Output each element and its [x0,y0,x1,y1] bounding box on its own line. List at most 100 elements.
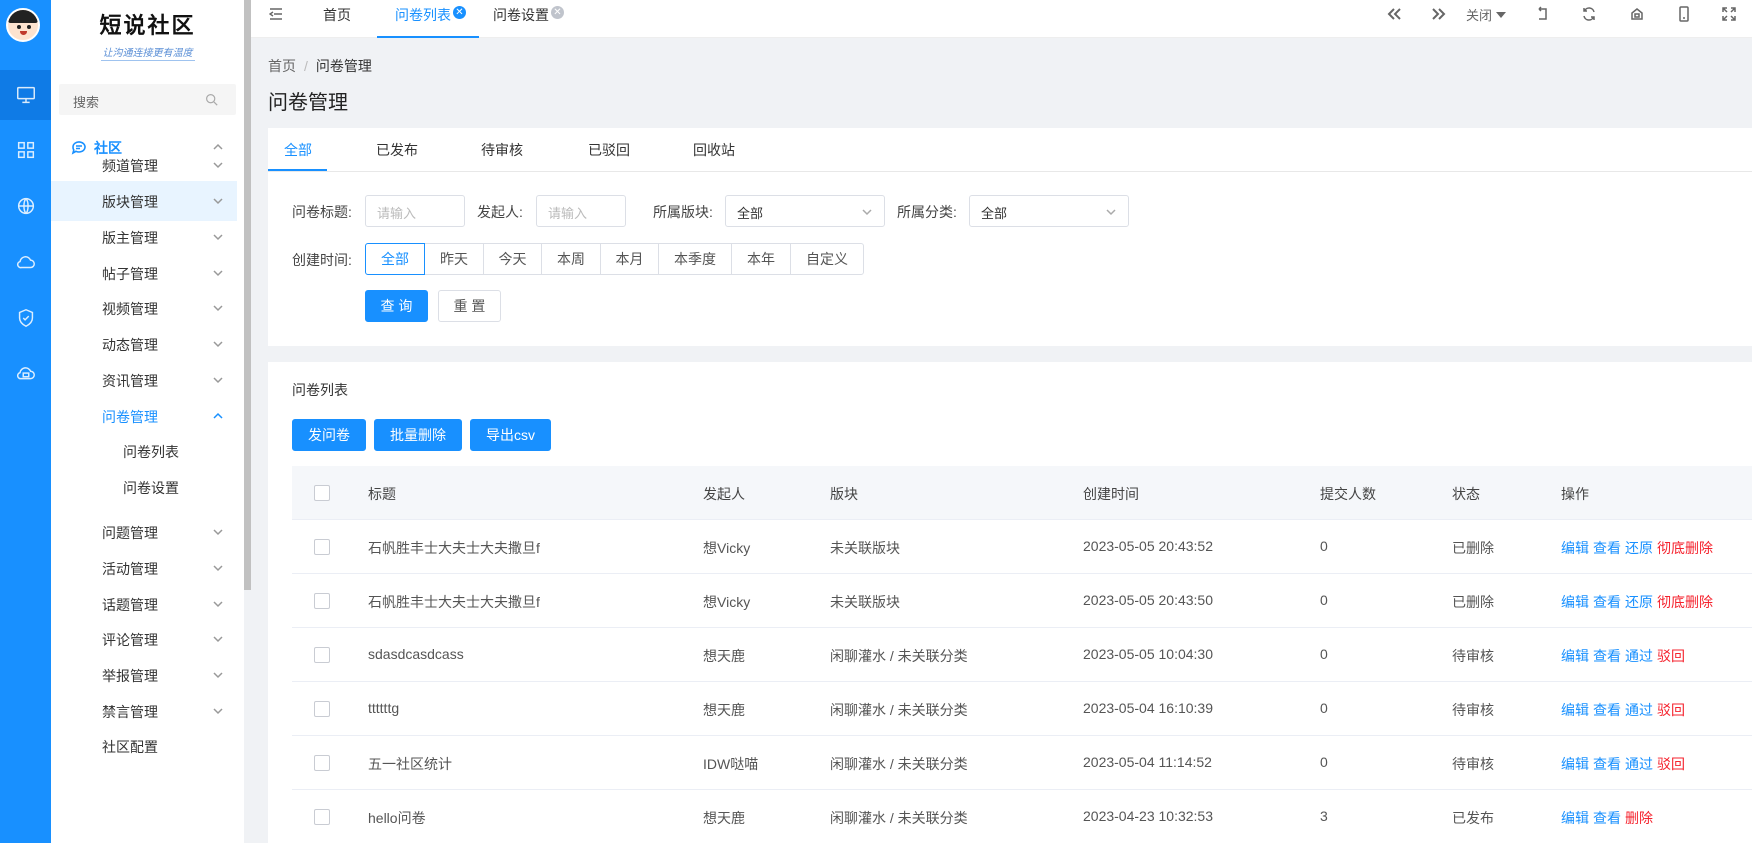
close-tabs-dropdown[interactable]: 关闭 [1466,5,1507,24]
menu-item-survey[interactable]: 问卷管理 [51,396,237,436]
time-all[interactable]: 全部 [365,243,425,275]
tab-survey-list[interactable]: 问卷列表 ✕ [377,0,479,38]
row-checkbox[interactable] [314,593,330,609]
tab-survey-settings[interactable]: 问卷设置 ✕ [493,0,583,38]
time-month[interactable]: 本月 [600,243,659,275]
action-link[interactable]: 查看 [1593,540,1621,556]
shield-check-icon[interactable] [0,293,51,343]
chevron-down-icon [213,636,223,643]
category-select[interactable]: 全部 [969,195,1129,227]
export-csv-button[interactable]: 导出csv [470,419,551,451]
table-row: ttttttg 想天鹿 闲聊灌水 / 未关联分类 2023-05-04 16:10:3… [292,682,1752,736]
reset-button[interactable]: 重 置 [438,290,501,322]
mobile-icon[interactable] [1676,6,1692,22]
select-all-checkbox[interactable] [314,485,330,501]
action-link[interactable]: 删除 [1625,810,1653,826]
menu-item-channel[interactable]: 频道管理 [51,145,237,185]
action-link[interactable]: 通过 [1625,648,1653,664]
row-checkbox[interactable] [314,539,330,555]
action-link[interactable]: 编辑 [1561,810,1589,826]
row-checkbox[interactable] [314,701,330,717]
menu-item-label: 版块管理 [102,194,158,210]
menu-item-news[interactable]: 资讯管理 [51,360,237,400]
search-button[interactable]: 查 询 [365,290,428,322]
row-checkbox[interactable] [314,809,330,825]
menu-item-reports[interactable]: 举报管理 [51,655,237,695]
batch-delete-button[interactable]: 批量删除 [374,419,462,451]
tab-all[interactable]: 全部 [284,140,312,160]
cloud-server-icon[interactable] [0,349,51,399]
forward-icon[interactable] [1431,6,1447,22]
time-today[interactable]: 今天 [483,243,542,275]
backward-icon[interactable] [1386,6,1402,22]
menu-search-input[interactable]: 搜索 [59,84,236,115]
menu-item-board[interactable]: 版块管理 [51,181,237,221]
menu-item-survey-settings[interactable]: 问卷设置 [51,467,237,507]
avatar[interactable] [6,8,40,42]
breadcrumb-home[interactable]: 首页 [268,58,296,74]
side-menu-scrollbar[interactable] [244,0,251,590]
time-yesterday[interactable]: 昨天 [424,243,484,275]
action-link[interactable]: 驳回 [1657,702,1685,718]
menu-item-topics[interactable]: 话题管理 [51,584,237,624]
action-link[interactable]: 编辑 [1561,540,1589,556]
action-link[interactable]: 查看 [1593,756,1621,772]
menu-item-questions[interactable]: 问题管理 [51,512,237,552]
action-link[interactable]: 编辑 [1561,594,1589,610]
action-link[interactable]: 彻底删除 [1657,540,1713,556]
menu-item-events[interactable]: 活动管理 [51,548,237,588]
menu-item-comments[interactable]: 评论管理 [51,619,237,659]
cell-title: 石帆胜丰士大夫士大夫撒旦f [368,594,540,610]
close-icon[interactable]: ✕ [453,6,466,19]
menu-item-moments[interactable]: 动态管理 [51,324,237,364]
action-link[interactable]: 还原 [1625,540,1653,556]
page-title: 问卷管理 [268,92,348,114]
action-link[interactable]: 彻底删除 [1657,594,1713,610]
menu-item-mute[interactable]: 禁言管理 [51,691,237,731]
tab-recycle-bin[interactable]: 回收站 [693,140,735,160]
cloud-icon[interactable] [0,237,51,287]
tab-home[interactable]: 首页 [323,0,373,38]
action-link[interactable]: 查看 [1593,594,1621,610]
action-link[interactable]: 编辑 [1561,648,1589,664]
create-survey-button[interactable]: 发问卷 [292,419,366,451]
time-custom[interactable]: 自定义 [790,243,864,275]
tab-rejected[interactable]: 已驳回 [588,140,630,160]
action-link[interactable]: 驳回 [1657,648,1685,664]
globe-icon[interactable] [0,181,51,231]
menu-item-survey-list[interactable]: 问卷列表 [51,431,237,471]
row-checkbox[interactable] [314,647,330,663]
time-year[interactable]: 本年 [731,243,791,275]
home-lock-icon[interactable] [1629,6,1645,22]
creator-filter-input[interactable]: 请输入 [536,195,626,227]
refresh-icon[interactable] [1581,6,1597,22]
row-checkbox[interactable] [314,755,330,771]
action-link[interactable]: 查看 [1593,702,1621,718]
board-select[interactable]: 全部 [725,195,885,227]
tab-pending[interactable]: 待审核 [481,140,523,160]
menu-item-community-config[interactable]: 社区配置 [51,726,237,766]
action-link[interactable]: 编辑 [1561,702,1589,718]
tab-published[interactable]: 已发布 [376,140,418,160]
grid-icon[interactable] [0,125,51,175]
monitor-icon[interactable] [0,70,51,120]
time-week[interactable]: 本周 [541,243,601,275]
action-link[interactable]: 编辑 [1561,756,1589,772]
time-quarter[interactable]: 本季度 [658,243,732,275]
col-creator: 发起人 [703,486,745,502]
action-link[interactable]: 还原 [1625,594,1653,610]
menu-item-moderator[interactable]: 版主管理 [51,217,237,257]
close-icon[interactable]: ✕ [551,6,564,19]
action-link[interactable]: 查看 [1593,648,1621,664]
collapse-menu-icon[interactable] [269,7,283,21]
fullscreen-icon[interactable] [1721,6,1737,22]
action-link[interactable]: 通过 [1625,756,1653,772]
menu-item-videos[interactable]: 视频管理 [51,288,237,328]
title-filter-input[interactable]: 请输入 [365,195,465,227]
action-link[interactable]: 驳回 [1657,756,1685,772]
table-row: 五一社区统计 IDW哒喵 闲聊灌水 / 未关联分类 2023-05-04 11:14:… [292,736,1752,790]
action-link[interactable]: 查看 [1593,810,1621,826]
menu-item-posts[interactable]: 帖子管理 [51,253,237,293]
return-icon[interactable] [1535,6,1551,22]
action-link[interactable]: 通过 [1625,702,1653,718]
